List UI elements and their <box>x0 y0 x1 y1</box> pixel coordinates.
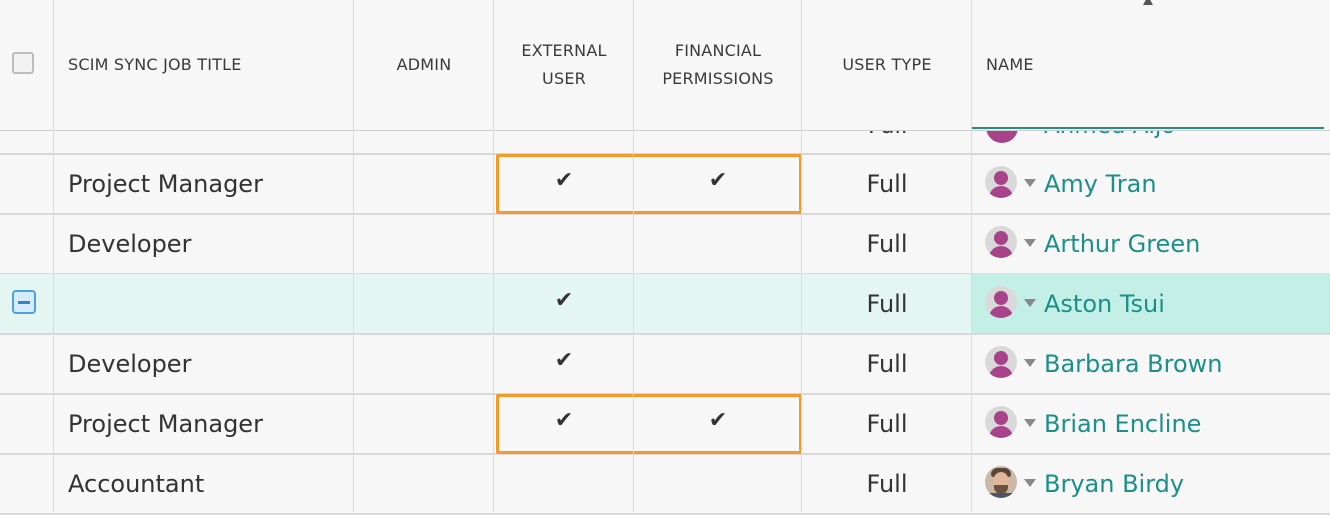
external-user-cell: ✔ <box>494 154 634 213</box>
table-header: SCIM SYNC JOB TITLE ADMIN EXTERNAL USER F… <box>0 0 1330 131</box>
user-name-link[interactable]: Amy Tran <box>1044 154 1157 213</box>
partial-table-row: Full Ahmed Aljo <box>0 131 1330 155</box>
column-header-name-label: NAME <box>986 55 1034 74</box>
placeholder-avatar-icon <box>985 226 1017 258</box>
external-user-cell <box>494 214 634 273</box>
name-cell: Aston Tsui <box>972 274 1330 333</box>
checkmark-icon: ✔ <box>554 168 574 193</box>
user-menu-caret-icon[interactable] <box>1024 419 1036 427</box>
column-header-job-title[interactable]: SCIM SYNC JOB TITLE <box>68 0 353 130</box>
checkmark-icon: ✔ <box>554 408 574 433</box>
placeholder-avatar-icon <box>986 131 1018 143</box>
job-title-cell: Project Manager <box>68 409 263 438</box>
column-divider <box>801 0 802 512</box>
placeholder-avatar-icon <box>985 286 1017 318</box>
user-type-cell: Full <box>866 469 908 498</box>
column-header-user-type[interactable]: USER TYPE <box>802 0 972 130</box>
financial-permissions-cell <box>634 454 802 513</box>
column-header-admin-label: ADMIN <box>396 55 452 74</box>
user-type-cell: Full <box>866 289 908 318</box>
external-user-cell: ✔ <box>494 334 634 393</box>
financial-permissions-cell <box>634 214 802 273</box>
user-menu-caret-icon[interactable] <box>1024 179 1036 187</box>
financial-permissions-cell: ✔ <box>634 394 802 453</box>
placeholder-avatar-icon <box>985 346 1017 378</box>
table-row[interactable]: Accountant Full Bryan Birdy <box>0 454 1330 515</box>
checkmark-icon: ✔ <box>554 288 574 313</box>
user-name-link[interactable]: Brian Encline <box>1044 394 1201 453</box>
column-header-external-user[interactable]: EXTERNAL USER <box>494 0 634 130</box>
table-row[interactable]: Developer Full Arthur Green <box>0 214 1330 275</box>
placeholder-avatar-icon <box>985 166 1017 198</box>
checkmark-icon: ✔ <box>554 348 574 373</box>
user-name-link[interactable]: Arthur Green <box>1044 214 1200 273</box>
job-title-cell: Developer <box>68 349 192 378</box>
external-user-cell: ✔ <box>494 394 634 453</box>
column-divider <box>353 0 354 512</box>
column-header-external-label-line1: EXTERNAL <box>521 41 607 60</box>
name-cell: Bryan Birdy <box>972 454 1330 513</box>
table-row[interactable]: ✔ Full Aston Tsui <box>0 274 1330 335</box>
column-header-financial-label-line2: PERMISSIONS <box>662 69 774 88</box>
user-name-link[interactable]: Aston Tsui <box>1044 274 1165 333</box>
financial-permissions-cell: ✔ <box>634 154 802 213</box>
sort-ascending-icon[interactable] <box>1143 0 1153 5</box>
name-cell: Arthur Green <box>972 214 1330 273</box>
user-menu-caret-icon[interactable] <box>1024 239 1036 247</box>
user-type-cell: Full <box>866 169 908 198</box>
placeholder-avatar-icon <box>985 406 1017 438</box>
user-name-link[interactable]: Barbara Brown <box>1044 334 1223 393</box>
name-cell: Amy Tran <box>972 154 1330 213</box>
job-title-cell: Accountant <box>68 469 205 498</box>
financial-permissions-cell <box>634 334 802 393</box>
checkmark-icon: ✔ <box>708 408 728 433</box>
external-user-cell: ✔ <box>494 274 634 333</box>
column-header-financial-label-line1: FINANCIAL <box>674 41 762 60</box>
user-menu-caret-icon[interactable] <box>1024 299 1036 307</box>
column-divider <box>493 0 494 512</box>
job-title-cell <box>68 274 353 333</box>
name-cell: Barbara Brown <box>972 334 1330 393</box>
column-header-financial-permissions[interactable]: FINANCIAL PERMISSIONS <box>634 0 802 130</box>
checkmark-icon: ✔ <box>708 168 728 193</box>
photo-avatar <box>985 466 1017 498</box>
column-divider <box>53 0 54 512</box>
user-menu-caret-icon[interactable] <box>1024 359 1036 367</box>
select-all-checkbox[interactable] <box>12 52 34 74</box>
table-row[interactable]: Project Manager ✔ ✔ Full Brian Encline <box>0 394 1330 455</box>
user-type-cell: Full <box>866 349 908 378</box>
name-cell: Brian Encline <box>972 394 1330 453</box>
column-header-user-type-label: USER TYPE <box>842 55 932 74</box>
external-user-cell <box>494 454 634 513</box>
job-title-cell: Developer <box>68 229 192 258</box>
user-menu-caret-icon[interactable] <box>1024 479 1036 487</box>
column-divider <box>633 0 634 512</box>
column-header-name[interactable]: NAME <box>986 0 1316 130</box>
column-header-external-label-line2: USER <box>542 69 586 88</box>
partial-user-name[interactable]: Ahmed Aljo <box>1044 131 1175 139</box>
table-row[interactable]: Developer ✔ Full Barbara Brown <box>0 334 1330 395</box>
column-header-admin[interactable]: ADMIN <box>354 0 494 130</box>
sorted-column-indicator <box>972 127 1324 129</box>
user-name-link[interactable]: Bryan Birdy <box>1044 454 1184 513</box>
user-type-cell: Full <box>866 229 908 258</box>
partial-user-type: Full <box>868 131 907 139</box>
user-type-cell: Full <box>866 409 908 438</box>
table-row[interactable]: Project Manager ✔ ✔ Full Amy Tran <box>0 154 1330 215</box>
financial-permissions-cell <box>634 274 802 333</box>
column-divider <box>971 0 972 512</box>
column-header-job-title-label: SCIM SYNC JOB TITLE <box>68 55 242 74</box>
row-select-minus-icon[interactable] <box>12 290 36 314</box>
job-title-cell: Project Manager <box>68 169 263 198</box>
